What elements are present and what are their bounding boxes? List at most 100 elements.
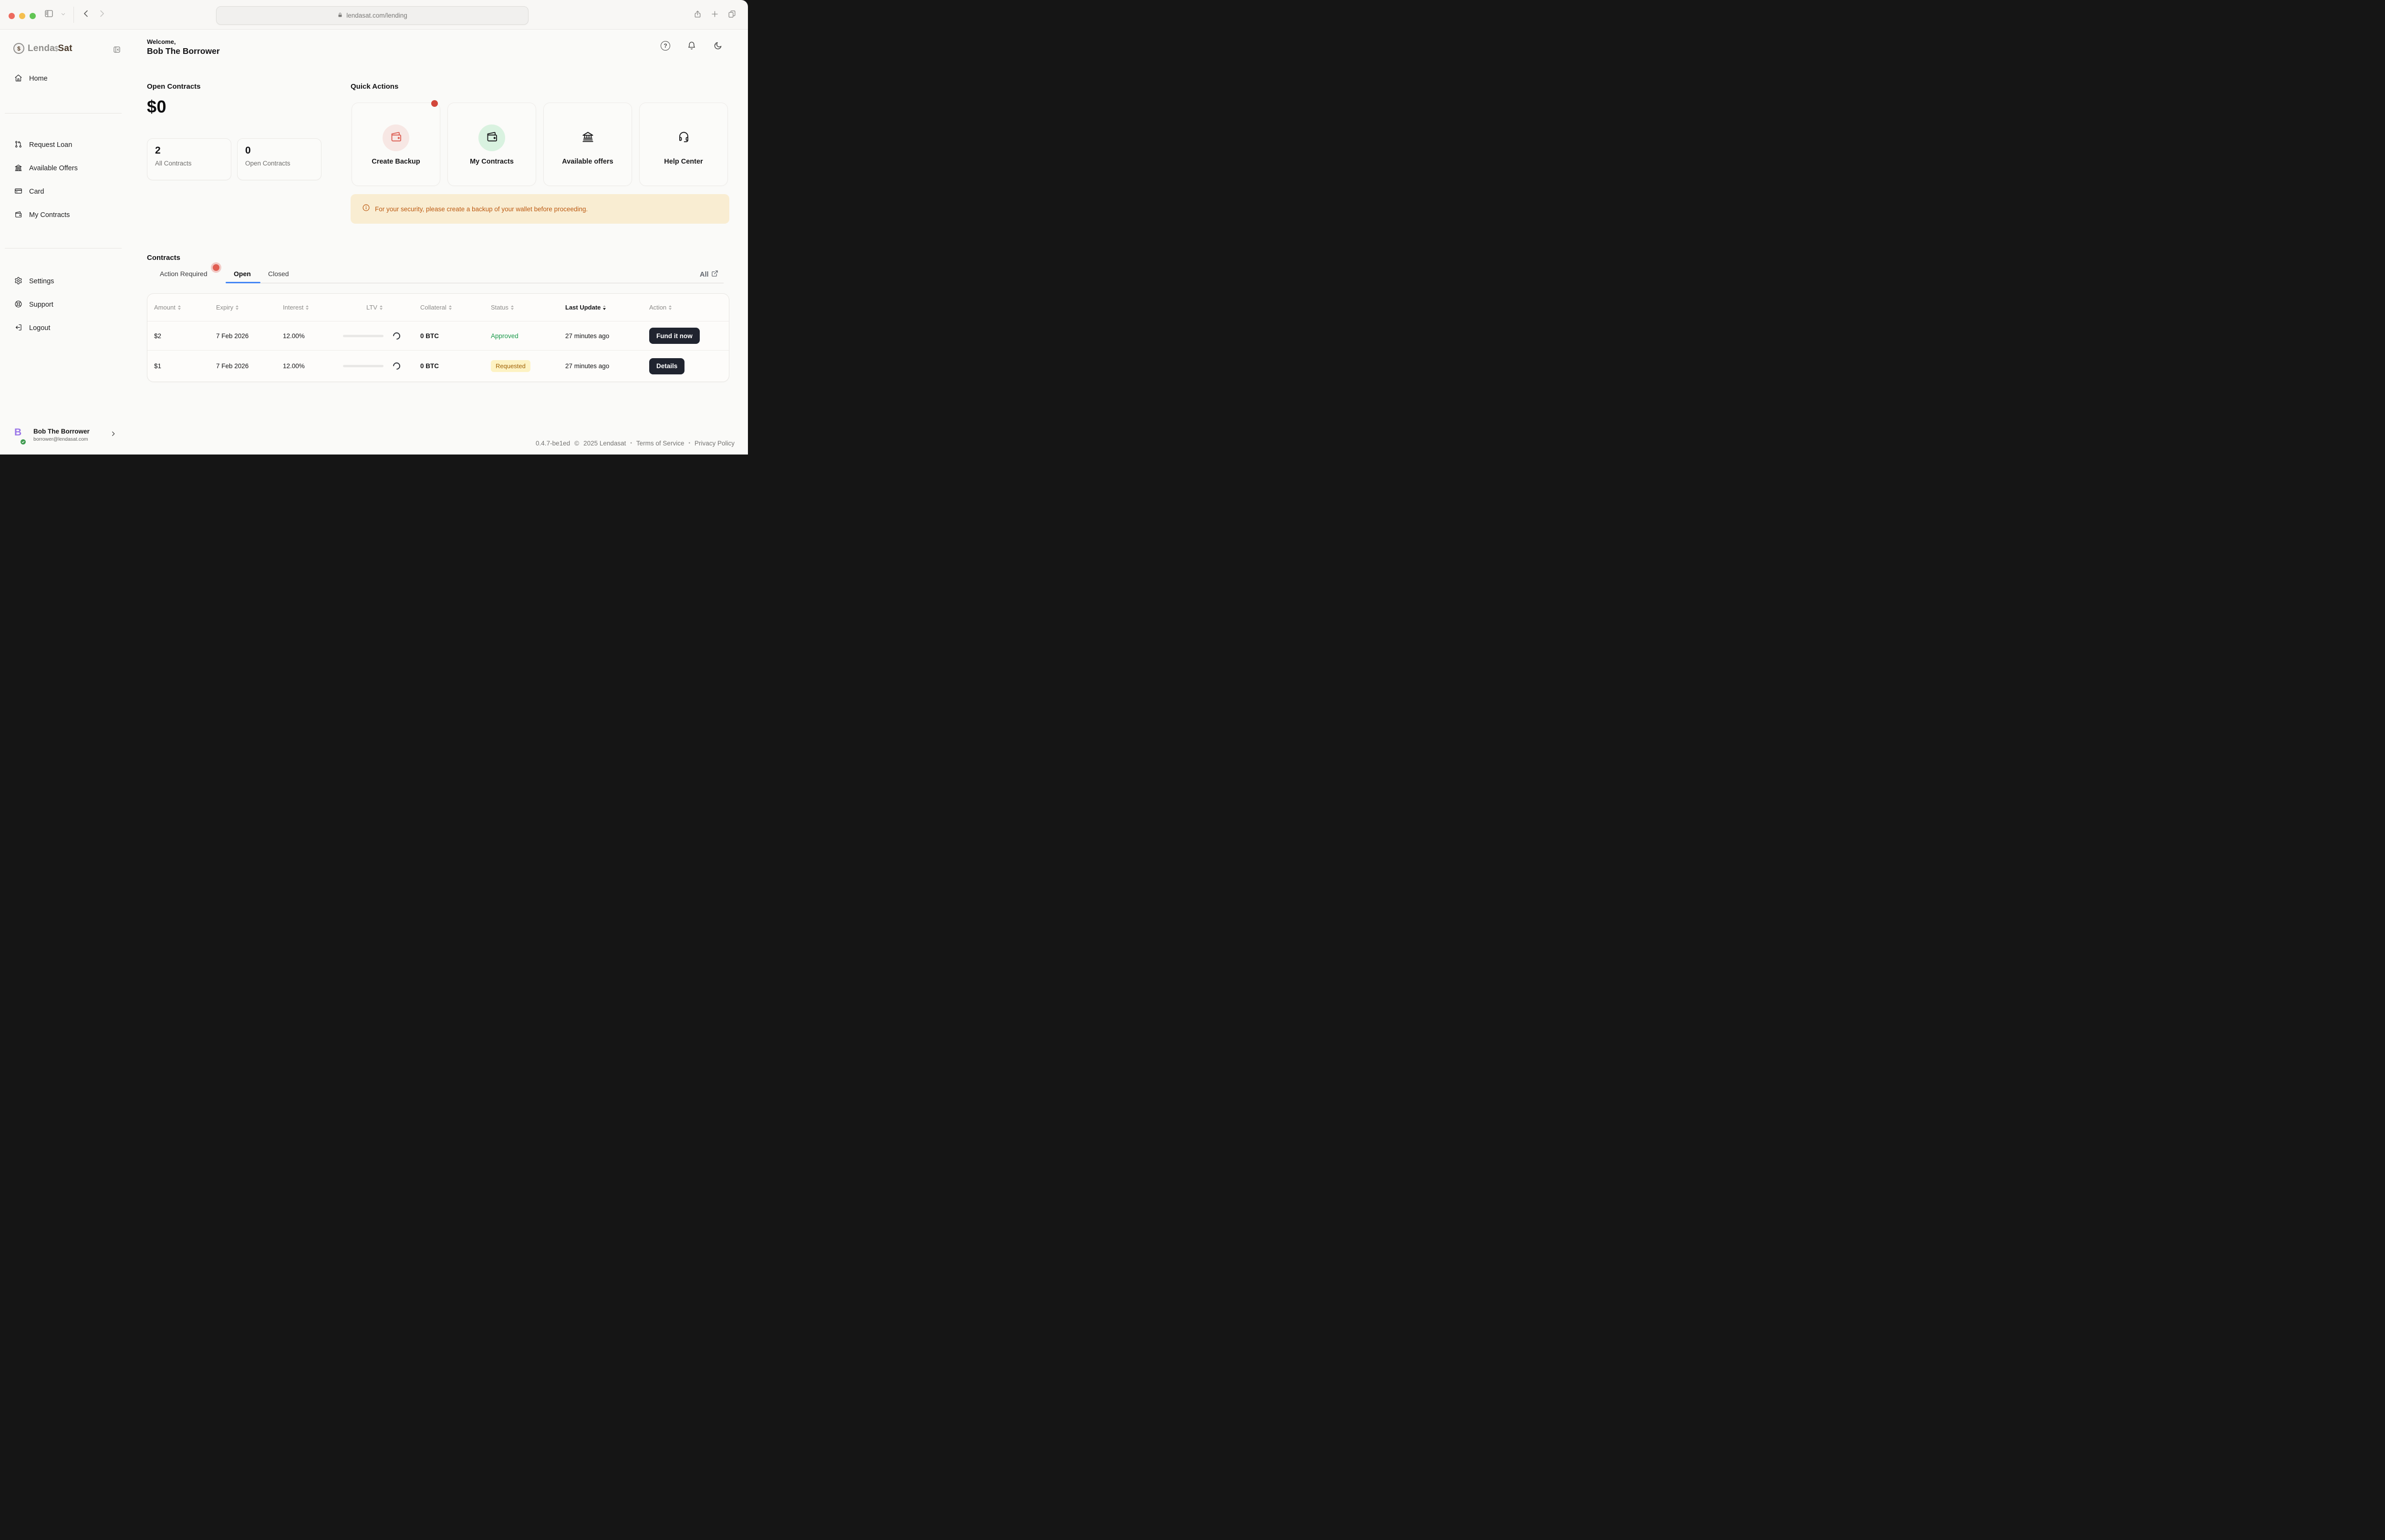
- zoom-window-button[interactable]: [30, 13, 36, 19]
- cell-ltv: [343, 332, 406, 340]
- contract-row[interactable]: $1 7 Feb 2026 12.00% 0 BTC Requested 27 …: [147, 350, 729, 382]
- action-required-badge: [213, 264, 219, 271]
- sort-icon: [178, 305, 181, 310]
- terms-of-service-link[interactable]: Terms of Service: [636, 440, 684, 447]
- help-center-card[interactable]: Help Center: [639, 103, 728, 186]
- browser-sidebar-icon[interactable]: [44, 9, 54, 21]
- address-bar[interactable]: lendasat.com/lending: [216, 6, 529, 25]
- quick-action-label: Available offers: [562, 158, 613, 165]
- url-text: lendasat.com/lending: [346, 12, 407, 19]
- column-header-ltv[interactable]: LTV: [343, 304, 406, 311]
- sort-icon: [306, 305, 309, 310]
- column-header-expiry[interactable]: Expiry: [216, 304, 283, 311]
- sort-icon: [511, 305, 514, 310]
- logo-wordmark: Lenda$Sat: [28, 43, 73, 54]
- separator-dot: •: [630, 441, 632, 446]
- column-header-last-update[interactable]: Last Update: [552, 304, 636, 311]
- chevron-down-icon[interactable]: [61, 11, 66, 18]
- stat-value: 2: [155, 145, 223, 156]
- sidebar-item-label: Available Offers: [29, 165, 78, 172]
- sidebar-item-card[interactable]: Card: [10, 184, 115, 200]
- cell-amount: $2: [154, 332, 216, 340]
- moon-icon[interactable]: [713, 41, 723, 53]
- contracts-title: Contracts: [147, 254, 180, 262]
- cell-ltv: [343, 362, 406, 370]
- create-backup-card[interactable]: Create Backup: [352, 103, 440, 186]
- cell-status: Approved: [477, 332, 552, 340]
- cell-interest: 12.00%: [283, 332, 343, 340]
- column-header-status[interactable]: Status: [477, 304, 552, 311]
- sort-icon: [603, 305, 606, 310]
- all-contracts-card[interactable]: 2 All Contracts: [147, 138, 231, 180]
- status-badge: Requested: [491, 360, 530, 372]
- cell-last-update: 27 minutes ago: [552, 362, 636, 370]
- lendasat-coin-icon: $: [13, 43, 24, 54]
- logo[interactable]: $ Lenda$Sat: [13, 43, 73, 54]
- copyright-icon: ©: [574, 440, 579, 447]
- open-contracts-total: $0: [147, 97, 166, 117]
- quick-action-label: My Contracts: [470, 158, 514, 165]
- welcome-text: Welcome,: [147, 38, 176, 45]
- life-buoy-icon: [14, 300, 22, 310]
- back-button[interactable]: [82, 9, 91, 21]
- column-header-action[interactable]: Action: [636, 304, 729, 311]
- sidebar-item-logout[interactable]: Logout: [10, 320, 115, 336]
- sidebar-item-home[interactable]: Home: [10, 71, 115, 87]
- quick-action-label: Help Center: [664, 158, 703, 165]
- privacy-policy-link[interactable]: Privacy Policy: [695, 440, 735, 447]
- all-contracts-link[interactable]: All: [700, 270, 718, 279]
- contracts-table: Amount Expiry Interest LTV Collateral St…: [147, 293, 729, 382]
- sort-icon: [669, 305, 672, 310]
- sort-icon: [236, 305, 238, 310]
- my-contracts-card[interactable]: My Contracts: [447, 103, 536, 186]
- sidebar-item-label: Home: [29, 75, 48, 83]
- info-icon: [362, 204, 370, 214]
- sidebar-item-support[interactable]: Support: [10, 297, 115, 313]
- details-button[interactable]: Details: [649, 358, 684, 374]
- column-header-collateral[interactable]: Collateral: [406, 304, 477, 311]
- available-offers-card[interactable]: Available offers: [543, 103, 632, 186]
- close-window-button[interactable]: [9, 13, 15, 19]
- profile-menu[interactable]: B Bob The Borrower borrower@lendasat.com: [14, 424, 117, 446]
- sidebar-collapse-icon[interactable]: [113, 45, 121, 56]
- sort-icon: [380, 305, 383, 310]
- bell-icon[interactable]: [687, 41, 696, 53]
- logout-icon: [14, 323, 22, 333]
- tabs-overview-icon[interactable]: [727, 10, 736, 21]
- quick-action-label: Create Backup: [372, 158, 420, 165]
- sidebar-item-available-offers[interactable]: Available Offers: [10, 160, 115, 176]
- cell-amount: $1: [154, 362, 216, 370]
- wallet-icon: [14, 210, 22, 220]
- help-icon[interactable]: ?: [661, 41, 670, 51]
- avatar: B: [14, 427, 29, 443]
- app-version: 0.4.7-be1ed: [536, 440, 570, 447]
- new-tab-icon[interactable]: [710, 10, 719, 21]
- stat-label: Open Contracts: [245, 160, 313, 167]
- app-window: lendasat.com/lending $ Lenda$Sat: [0, 0, 748, 455]
- request-loan-icon: [14, 140, 22, 150]
- column-header-interest[interactable]: Interest: [283, 304, 343, 311]
- tab-closed[interactable]: Closed: [268, 270, 289, 278]
- open-contracts-title: Open Contracts: [147, 83, 201, 91]
- ltv-progress-bar: [343, 335, 384, 337]
- table-header-row: Amount Expiry Interest LTV Collateral St…: [147, 294, 729, 321]
- open-contracts-card[interactable]: 0 Open Contracts: [237, 138, 321, 180]
- quick-actions-title: Quick Actions: [351, 83, 398, 91]
- sidebar-item-my-contracts[interactable]: My Contracts: [10, 207, 115, 223]
- tab-open[interactable]: Open: [234, 270, 251, 278]
- share-icon[interactable]: [693, 10, 702, 21]
- contract-row[interactable]: $2 7 Feb 2026 12.00% 0 BTC Approved 27 m…: [147, 321, 729, 350]
- gear-icon: [14, 277, 22, 287]
- cell-status: Requested: [477, 360, 552, 372]
- sidebar-item-label: Settings: [29, 278, 54, 285]
- column-header-amount[interactable]: Amount: [154, 304, 216, 311]
- forward-button[interactable]: [97, 9, 106, 21]
- tab-action-required[interactable]: Action Required: [160, 270, 207, 278]
- sidebar-item-settings[interactable]: Settings: [10, 273, 115, 289]
- stat-value: 0: [245, 145, 313, 156]
- sidebar-item-request-loan[interactable]: Request Loan: [10, 137, 115, 153]
- sort-icon: [449, 305, 452, 310]
- fund-it-now-button[interactable]: Fund it now: [649, 328, 700, 344]
- credit-card-icon: [14, 187, 22, 197]
- minimize-window-button[interactable]: [19, 13, 25, 19]
